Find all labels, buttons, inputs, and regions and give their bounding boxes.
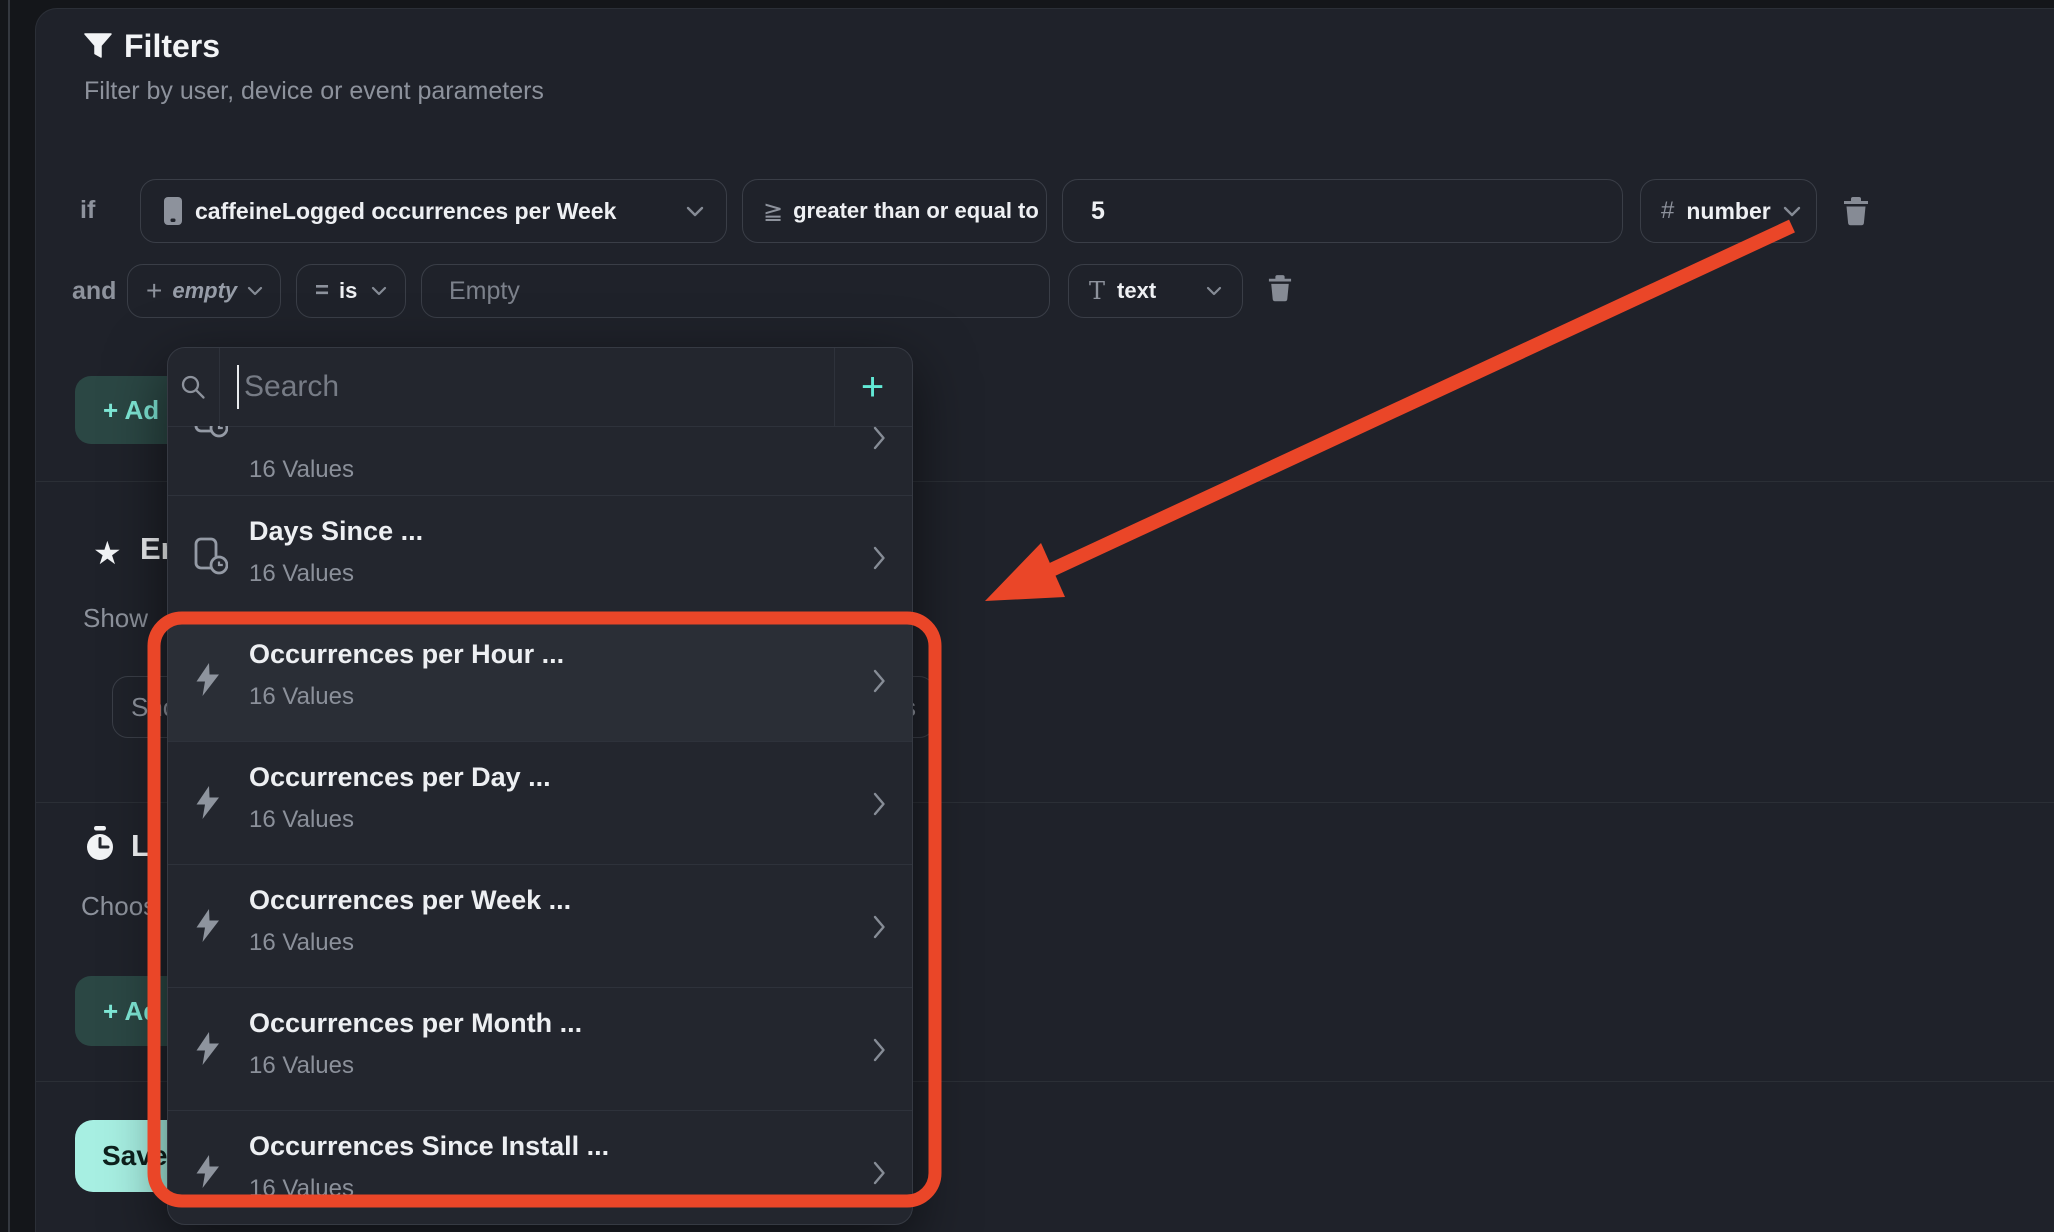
chevron-down-icon bbox=[247, 286, 263, 296]
search-icon bbox=[168, 348, 219, 426]
list-item-occurrences-per-week[interactable]: Occurrences per Week ... 16 Values bbox=[168, 864, 912, 987]
star-icon: ★ bbox=[93, 534, 122, 572]
chevron-right-icon bbox=[873, 546, 886, 570]
list-item-subtitle: 16 Values bbox=[249, 456, 354, 484]
list-item-subtitle: 16 Values bbox=[249, 1175, 354, 1203]
type-select-value: number bbox=[1686, 198, 1770, 225]
equals-icon: = bbox=[315, 277, 329, 305]
chevron-right-icon bbox=[873, 426, 886, 450]
empty-value-input[interactable]: Empty bbox=[421, 264, 1050, 318]
dropdown-search-row: + bbox=[168, 348, 912, 427]
search-divider bbox=[219, 348, 220, 426]
attribute-dropdown: + 16 Values Days Since ... 16 Va bbox=[167, 347, 913, 1225]
stopwatch-icon bbox=[84, 826, 116, 869]
delete-filter-button[interactable] bbox=[1841, 194, 1871, 228]
add-attribute-button[interactable]: + bbox=[833, 348, 912, 426]
chevron-down-icon bbox=[686, 206, 704, 217]
operator-is-value: is bbox=[339, 278, 357, 304]
type-select-text[interactable]: T text bbox=[1068, 264, 1243, 318]
list-item-subtitle: 16 Values bbox=[249, 929, 354, 957]
filters-screen: Filters Filter by user, device or event … bbox=[0, 0, 2054, 1232]
page-subtitle: Filter by user, device or event paramete… bbox=[84, 77, 544, 106]
lightning-icon bbox=[194, 662, 221, 697]
value-input-text: 5 bbox=[1091, 197, 1105, 226]
chevron-down-icon bbox=[371, 286, 387, 296]
lightning-icon bbox=[194, 1154, 221, 1189]
list-item-subtitle: 16 Values bbox=[249, 560, 354, 588]
save-button-label: Save bbox=[75, 1140, 167, 1172]
outer-panel-edge bbox=[8, 0, 10, 1232]
trash-icon bbox=[1843, 196, 1869, 226]
field-select[interactable]: caffeineLogged occurrences per Week bbox=[140, 179, 727, 243]
list-item-occurrences-per-month[interactable]: Occurrences per Month ... 16 Values bbox=[168, 987, 912, 1110]
lightning-icon bbox=[194, 785, 221, 820]
operator-select-value: greater than or equal to bbox=[793, 198, 1039, 224]
list-item-subtitle: 16 Values bbox=[249, 806, 354, 834]
condition-prefix-if: if bbox=[80, 196, 95, 225]
list-item-title: Occurrences per Day ... bbox=[249, 762, 551, 793]
trash-icon bbox=[1268, 274, 1292, 302]
list-item-occurrences-since-install[interactable]: Occurrences Since Install ... 16 Values bbox=[168, 1110, 912, 1225]
list-item-subtitle: 16 Values bbox=[249, 1052, 354, 1080]
device-clock-icon bbox=[194, 426, 228, 438]
chevron-right-icon bbox=[873, 915, 886, 939]
list-item-days-since[interactable]: Days Since ... 16 Values bbox=[168, 495, 912, 618]
plus-icon: + bbox=[861, 365, 884, 410]
gte-icon: ≧ bbox=[763, 197, 783, 226]
list-item-occurrences-per-day[interactable]: Occurrences per Day ... 16 Values bbox=[168, 741, 912, 864]
field-select-empty[interactable]: + empty bbox=[127, 264, 281, 318]
add-filter-label: + Ad bbox=[75, 395, 159, 426]
chevron-down-icon bbox=[1783, 206, 1801, 217]
list-item-title: Occurrences per Hour ... bbox=[249, 639, 564, 670]
limits-section-description: Choos bbox=[81, 891, 156, 922]
text-type-icon: T bbox=[1089, 277, 1105, 305]
hash-icon: # bbox=[1661, 197, 1674, 225]
lightning-icon bbox=[194, 1031, 221, 1066]
chevron-right-icon bbox=[873, 1161, 886, 1185]
add-limit-label: + Ad bbox=[75, 996, 159, 1027]
delete-filter-button[interactable] bbox=[1266, 272, 1294, 304]
chevron-right-icon bbox=[873, 1038, 886, 1062]
chevron-right-icon bbox=[873, 792, 886, 816]
device-clock-icon bbox=[194, 537, 228, 575]
entry-section-description: Show bbox=[83, 603, 148, 634]
list-item-title: Occurrences per Week ... bbox=[249, 885, 571, 916]
limits-section-heading: L bbox=[131, 828, 150, 864]
page-title: Filters bbox=[124, 28, 220, 65]
field-select-value: caffeineLogged occurrences per Week bbox=[195, 198, 616, 225]
search-input[interactable] bbox=[242, 348, 806, 426]
lightning-icon bbox=[194, 908, 221, 943]
operator-select-is[interactable]: = is bbox=[296, 264, 406, 318]
device-icon bbox=[163, 196, 183, 226]
list-item-title: Occurrences per Month ... bbox=[249, 1008, 582, 1039]
list-item-occurrences-per-hour[interactable]: Occurrences per Hour ... 16 Values bbox=[168, 618, 912, 741]
type-select[interactable]: # number bbox=[1640, 179, 1817, 243]
list-item[interactable]: 16 Values bbox=[168, 426, 912, 495]
plus-icon: + bbox=[146, 275, 162, 307]
field-select-empty-value: empty bbox=[172, 278, 237, 304]
type-text-value: text bbox=[1117, 278, 1156, 304]
chevron-down-icon bbox=[1206, 286, 1222, 296]
value-input[interactable]: 5 bbox=[1062, 179, 1623, 243]
operator-select[interactable]: ≧ greater than or equal to bbox=[742, 179, 1047, 243]
condition-prefix-and: and bbox=[72, 277, 116, 306]
chevron-right-icon bbox=[873, 669, 886, 693]
list-item-title: Days Since ... bbox=[249, 516, 423, 547]
list-item-title: Occurrences Since Install ... bbox=[249, 1131, 609, 1162]
list-item-subtitle: 16 Values bbox=[249, 683, 354, 711]
text-cursor bbox=[237, 365, 239, 409]
empty-value-placeholder: Empty bbox=[449, 277, 520, 306]
dropdown-list: 16 Values Days Since ... 16 Values bbox=[168, 426, 912, 1224]
funnel-icon bbox=[84, 33, 112, 64]
